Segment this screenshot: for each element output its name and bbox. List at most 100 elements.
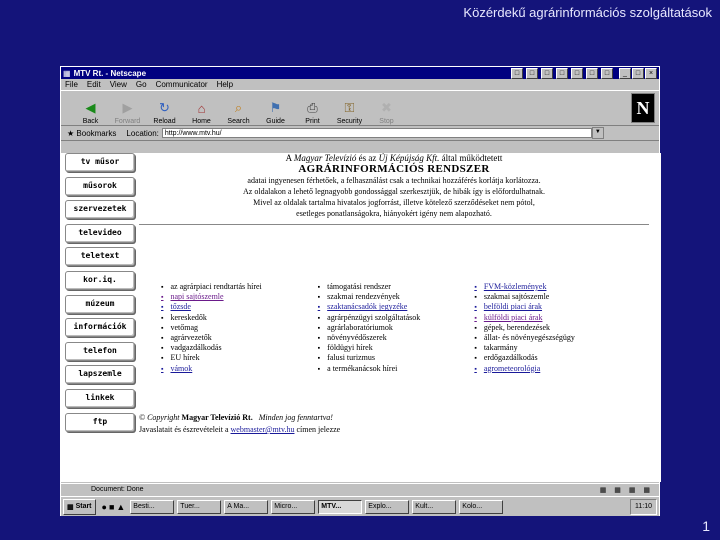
topic-link[interactable]: szakmai rendezvények — [318, 292, 475, 302]
topic-link[interactable]: agrárpénzügyi szolgáltatások — [318, 313, 475, 323]
webmaster-email-link[interactable]: webmaster@mtv.hu — [231, 425, 295, 434]
taskbar: ▦ Start ●■▲ Besti... Tuer... A Ma... Micro.… — [61, 496, 659, 516]
quick-launch-icons[interactable]: ●■▲ — [102, 502, 128, 512]
taskbar-task[interactable]: Explo... — [365, 499, 410, 514]
topic-columns: az agrárpiaci rendtartás híreinapi sajtó… — [161, 282, 631, 374]
back-arrow-icon: ◀ — [85, 100, 96, 115]
topic-link[interactable]: FVM-közlemények — [474, 282, 631, 292]
start-button[interactable]: ▦ Start — [63, 498, 96, 515]
topic-link[interactable]: EU hírek — [161, 353, 318, 363]
topic-column: az agrárpiaci rendtartás híreinapi sajtó… — [161, 282, 318, 374]
topic-link[interactable]: állat- és növényegészségügy — [474, 333, 631, 343]
topic-link[interactable]: kereskedők — [161, 313, 318, 323]
nav-button[interactable]: szervezetek — [65, 200, 135, 220]
topic-link[interactable]: támogatási rendszer — [318, 282, 475, 292]
tray-app-icon[interactable]: □ — [571, 67, 583, 79]
nav-button[interactable]: ftp — [65, 412, 135, 432]
topic-link[interactable]: agrárlaboratóriumok — [318, 323, 475, 333]
location-label: Location: — [126, 128, 159, 138]
nav-button[interactable]: műsorok — [65, 176, 135, 196]
tray-app-icon[interactable]: □ — [541, 67, 553, 79]
taskbar-task[interactable]: Kolo... — [459, 499, 504, 514]
page-title: AGRÁRINFORMÁCIÓS RENDSZER — [298, 163, 490, 175]
nav-button[interactable]: telefon — [65, 341, 135, 361]
menu-item-file[interactable]: File — [65, 80, 78, 89]
location-dropdown-icon[interactable]: ▼ — [591, 127, 604, 139]
system-tray: 11:10 — [630, 498, 657, 515]
windows-icon: ▦ — [67, 503, 76, 511]
taskbar-task[interactable]: MTV... — [318, 499, 363, 514]
topic-link[interactable]: erdőgazdálkodás — [474, 353, 631, 363]
toolbar-label: Security — [336, 118, 363, 125]
topic-link[interactable]: növényvédőszerek — [318, 333, 475, 343]
topic-link[interactable]: az agrárpiaci rendtartás hírei — [161, 282, 318, 292]
search-icon: ⌕ — [234, 100, 243, 115]
topic-link[interactable]: belföldi piaci árak — [474, 302, 631, 312]
tray-app-icon[interactable]: □ — [556, 67, 568, 79]
tray-app-icon[interactable]: □ — [601, 67, 613, 79]
nav-button[interactable]: televideo — [65, 223, 135, 243]
tray-app-icon[interactable]: □ — [511, 67, 523, 79]
tray-app-icon[interactable]: □ — [526, 67, 538, 79]
disclaimer-line: Az oldalakon a lehető legnagyobb gondoss… — [243, 187, 545, 196]
security-button[interactable]: ⚿ Security — [334, 93, 365, 125]
nav-button[interactable]: múzeum — [65, 294, 135, 314]
topic-column: támogatási rendszerszakmai rendezvényeks… — [318, 282, 475, 374]
bookmarks-button[interactable]: ★ Bookmarks — [67, 129, 116, 138]
start-label: Start — [75, 503, 92, 510]
taskbar-task[interactable]: Tuer... — [177, 499, 222, 514]
topic-link[interactable]: földügyi hírek — [318, 343, 475, 353]
nav-button[interactable]: teletext — [65, 247, 135, 267]
nav-button[interactable]: információk — [65, 318, 135, 338]
taskbar-task[interactable]: Besti... — [130, 499, 175, 514]
topic-link[interactable]: agrometeorológia — [474, 364, 631, 374]
forward-button[interactable]: ▶ Forward — [112, 93, 143, 125]
reload-button[interactable]: ↻ Reload — [149, 93, 180, 125]
topic-link[interactable]: vámok — [161, 364, 318, 374]
menu-bar: File Edit View Go Communicator Help — [61, 79, 659, 90]
menu-item-communicator[interactable]: Communicator — [156, 80, 208, 89]
topic-link[interactable]: takarmány — [474, 343, 631, 353]
topic-link[interactable]: gépek, berendezések — [474, 323, 631, 333]
page-content: tv műsor műsorok szervezetek televideo telet… — [61, 153, 661, 482]
topic-link[interactable]: a termékanácsok hírei — [318, 364, 475, 374]
nav-button[interactable]: lapszemle — [65, 365, 135, 385]
menu-item-edit[interactable]: Edit — [87, 80, 101, 89]
netscape-logo[interactable]: N — [631, 93, 655, 123]
guide-button[interactable]: ⚑ Guide — [260, 93, 291, 125]
back-button[interactable]: ◀ Back — [75, 93, 106, 125]
minimize-button[interactable]: _ — [619, 67, 631, 79]
tray-app-icon[interactable]: □ — [586, 67, 598, 79]
topic-link[interactable]: agrárvezetők — [161, 333, 318, 343]
menu-item-go[interactable]: Go — [136, 80, 147, 89]
topic-link[interactable]: falusi turizmus — [318, 353, 475, 363]
maximize-button[interactable]: □ — [632, 67, 644, 79]
toolbar-label: Search — [227, 118, 250, 125]
location-input[interactable]: http://www.mtv.hu/ — [161, 128, 592, 138]
menu-item-view[interactable]: View — [110, 80, 127, 89]
nav-button[interactable]: tv műsor — [65, 153, 135, 172]
topic-link[interactable]: tőzsde — [161, 302, 318, 312]
topic-link[interactable]: külföldi piaci árak — [474, 313, 631, 323]
navigation-toolbar: ◀ Back ▶ Forward ↻ Reload ⌂ Home ⌕ Search ⚑ Guide ⎙ P… — [61, 90, 659, 126]
browser-window: ▦ MTV Rt. - Netscape □ □ □ □ □ □ □ _ □ ×… — [60, 66, 661, 516]
close-button[interactable]: × — [645, 67, 657, 79]
topic-link[interactable]: szaktanácsadók jegyzéke — [318, 302, 475, 312]
topic-link[interactable]: vetőmag — [161, 323, 318, 333]
topic-link[interactable]: vadgazdálkodás — [161, 343, 318, 353]
clock[interactable]: 11:10 — [635, 503, 652, 510]
topic-link[interactable]: szakmai sajtószemle — [474, 292, 631, 302]
stop-button[interactable]: ✖ Stop — [371, 93, 402, 125]
search-button[interactable]: ⌕ Search — [223, 93, 254, 125]
print-button[interactable]: ⎙ Print — [297, 93, 328, 125]
taskbar-task[interactable]: Micro... — [271, 499, 316, 514]
taskbar-task[interactable]: Kult... — [412, 499, 457, 514]
nav-button[interactable]: kor.iq. — [65, 270, 135, 290]
taskbar-task[interactable]: A Ma... — [224, 499, 269, 514]
topic-link[interactable]: napi sajtószemle — [161, 292, 318, 302]
nav-button[interactable]: linkek — [65, 388, 135, 408]
home-button[interactable]: ⌂ Home — [186, 93, 217, 126]
menu-item-help[interactable]: Help — [217, 80, 233, 89]
toolbar-label: Guide — [266, 118, 285, 125]
slide-number: 1 — [702, 518, 710, 534]
